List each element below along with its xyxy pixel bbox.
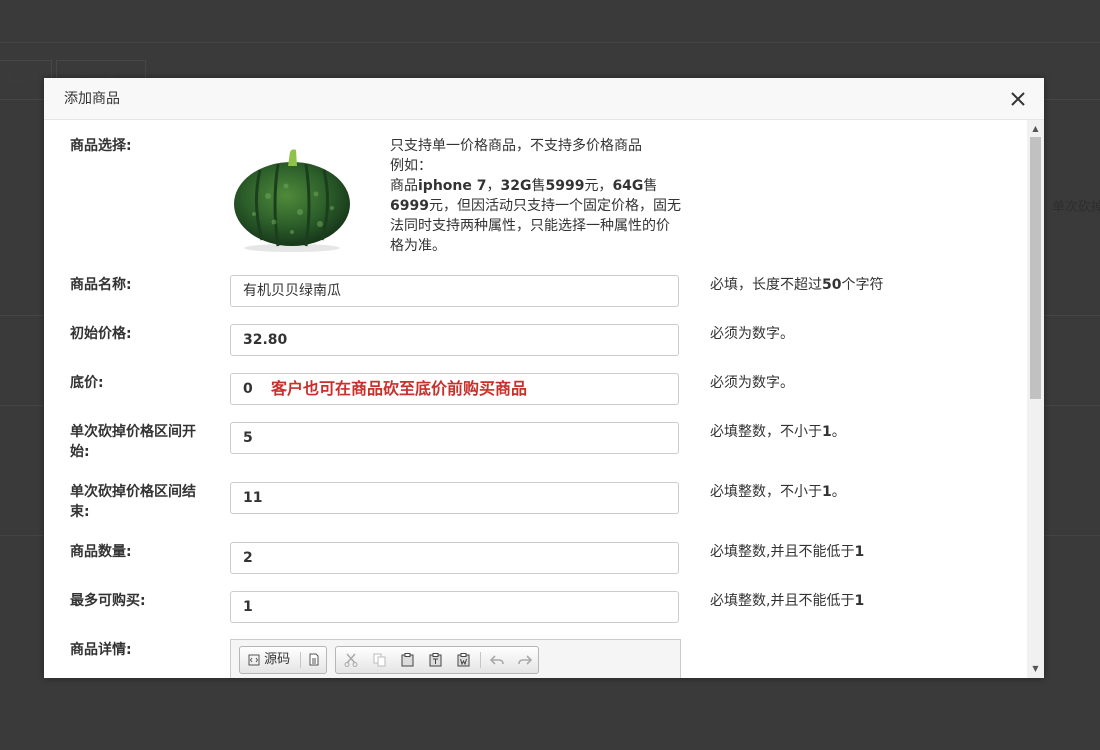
field-hint: 必填整数,并且不能低于1: [710, 593, 865, 609]
toolbar-separator: [300, 652, 301, 668]
desc-line: 例如：: [390, 158, 432, 174]
field-hint: 必填整数，不小于1。: [710, 484, 846, 500]
desc-example: 商品iphone 7，32G售5999元，64G售6999元，但因活动只支持一个…: [390, 178, 681, 254]
paste-icon: [401, 652, 413, 666]
field-hint: 必须为数字。: [710, 375, 794, 391]
source-button-label: 源码: [264, 652, 291, 667]
field-hint: 必须为数字。: [710, 326, 794, 342]
field-label: 商品详情:: [70, 642, 132, 658]
source-button[interactable]: 源码: [240, 647, 298, 673]
toolbar-separator: [480, 652, 481, 668]
form-row-cut-end: 单次砍掉价格区间结束: 11 必填整数，不小于1。: [44, 482, 1024, 538]
new-document-button[interactable]: [302, 647, 326, 673]
modal-header: 添加商品: [44, 78, 1044, 120]
field-label: 商品选择:: [70, 138, 132, 154]
cut-range-end-input[interactable]: 11: [230, 482, 679, 514]
desc-line: 只支持单一价格商品，不支持多价格商品: [390, 138, 642, 154]
close-icon[interactable]: [1008, 89, 1028, 109]
redo-button[interactable]: [512, 647, 538, 673]
input-value: 32.80: [243, 332, 288, 348]
product-select-row: 商品选择: 只支持单一价格商品，不支持多价格商品 例如： 商品iphone 7，…: [44, 120, 1024, 270]
product-name-input[interactable]: 有机贝贝绿南瓜: [230, 275, 679, 307]
floor-price-input[interactable]: 0 客户也可在商品砍至底价前购买商品: [230, 373, 679, 405]
product-select-description: 只支持单一价格商品，不支持多价格商品 例如： 商品iphone 7，32G售59…: [390, 136, 682, 256]
floor-price-note: 客户也可在商品砍至底价前购买商品: [271, 379, 528, 398]
input-value: 0: [243, 381, 253, 397]
field-label: 最多可购买:: [70, 593, 146, 609]
cut-icon: [344, 653, 358, 667]
field-label: 商品名称:: [70, 277, 132, 293]
paste-word-button[interactable]: [450, 647, 476, 673]
paste-button[interactable]: [394, 647, 420, 673]
paste-word-icon: [457, 652, 469, 666]
field-label: 单次砍掉价格区间开始:: [70, 424, 196, 460]
scroll-down-icon[interactable]: ▼: [1027, 662, 1044, 676]
field-label: 商品数量:: [70, 544, 132, 560]
form-row-cut-start: 单次砍掉价格区间开始: 5 必填整数，不小于1。: [44, 422, 1024, 478]
bg-field-label: 单次砍掉: [1052, 200, 1100, 215]
field-label: 单次砍掉价格区间结束:: [70, 484, 196, 520]
quantity-input[interactable]: 2: [230, 542, 679, 574]
document-icon: [309, 653, 319, 666]
form-row-floor-price: 底价: 0 客户也可在商品砍至底价前购买商品 必须为数字。: [44, 373, 1024, 413]
form-row-initial-price: 初始价格: 32.80 必须为数字。: [44, 324, 1024, 364]
input-value: 11: [243, 490, 263, 506]
field-label: 初始价格:: [70, 326, 132, 342]
product-image[interactable]: [230, 136, 354, 254]
toolbar-group-clipboard: [335, 646, 539, 674]
field-label: 底价:: [70, 375, 104, 391]
undo-button[interactable]: [484, 647, 510, 673]
copy-icon: [373, 653, 385, 666]
form-row-quantity: 商品数量: 2 必填整数,并且不能低于1: [44, 542, 1024, 582]
cut-button[interactable]: [338, 647, 364, 673]
form-row-name: 商品名称: 有机贝贝绿南瓜 必填，长度不超过50个字符: [44, 275, 1024, 315]
add-product-modal: 添加商品 商品选择: 只支持单一价格商品，不支持多价格商品 例如： 商品ipho…: [44, 78, 1044, 678]
field-hint: 必填整数,并且不能低于1: [710, 544, 865, 560]
copy-button[interactable]: [366, 647, 392, 673]
toolbar-group-source: 源码: [239, 646, 327, 674]
modal-scrollbar[interactable]: ▲ ▼: [1027, 120, 1044, 678]
source-icon: [248, 654, 260, 665]
form-row-max-buy: 最多可购买: 1 必填整数,并且不能低于1: [44, 591, 1024, 631]
input-value: 有机贝贝绿南瓜: [243, 283, 341, 299]
bg-divider: [0, 42, 1100, 43]
field-hint: 必填，长度不超过50个字符: [710, 277, 884, 293]
redo-icon: [518, 654, 532, 665]
input-value: 5: [243, 430, 253, 446]
paste-text-button[interactable]: [422, 647, 448, 673]
scroll-thumb[interactable]: [1030, 137, 1041, 399]
undo-icon: [490, 654, 504, 665]
cut-range-start-input[interactable]: 5: [230, 422, 679, 454]
modal-body: 商品选择: 只支持单一价格商品，不支持多价格商品 例如： 商品iphone 7，…: [44, 120, 1026, 678]
initial-price-input[interactable]: 32.80: [230, 324, 679, 356]
scroll-up-icon[interactable]: ▲: [1027, 122, 1044, 136]
max-purchase-input[interactable]: 1: [230, 591, 679, 623]
input-value: 2: [243, 550, 253, 566]
field-hint: 必填整数，不小于1。: [710, 424, 846, 440]
rich-text-editor[interactable]: 源码: [230, 639, 681, 678]
modal-title: 添加商品: [64, 91, 120, 107]
input-value: 1: [243, 599, 253, 615]
paste-text-icon: [429, 652, 441, 666]
